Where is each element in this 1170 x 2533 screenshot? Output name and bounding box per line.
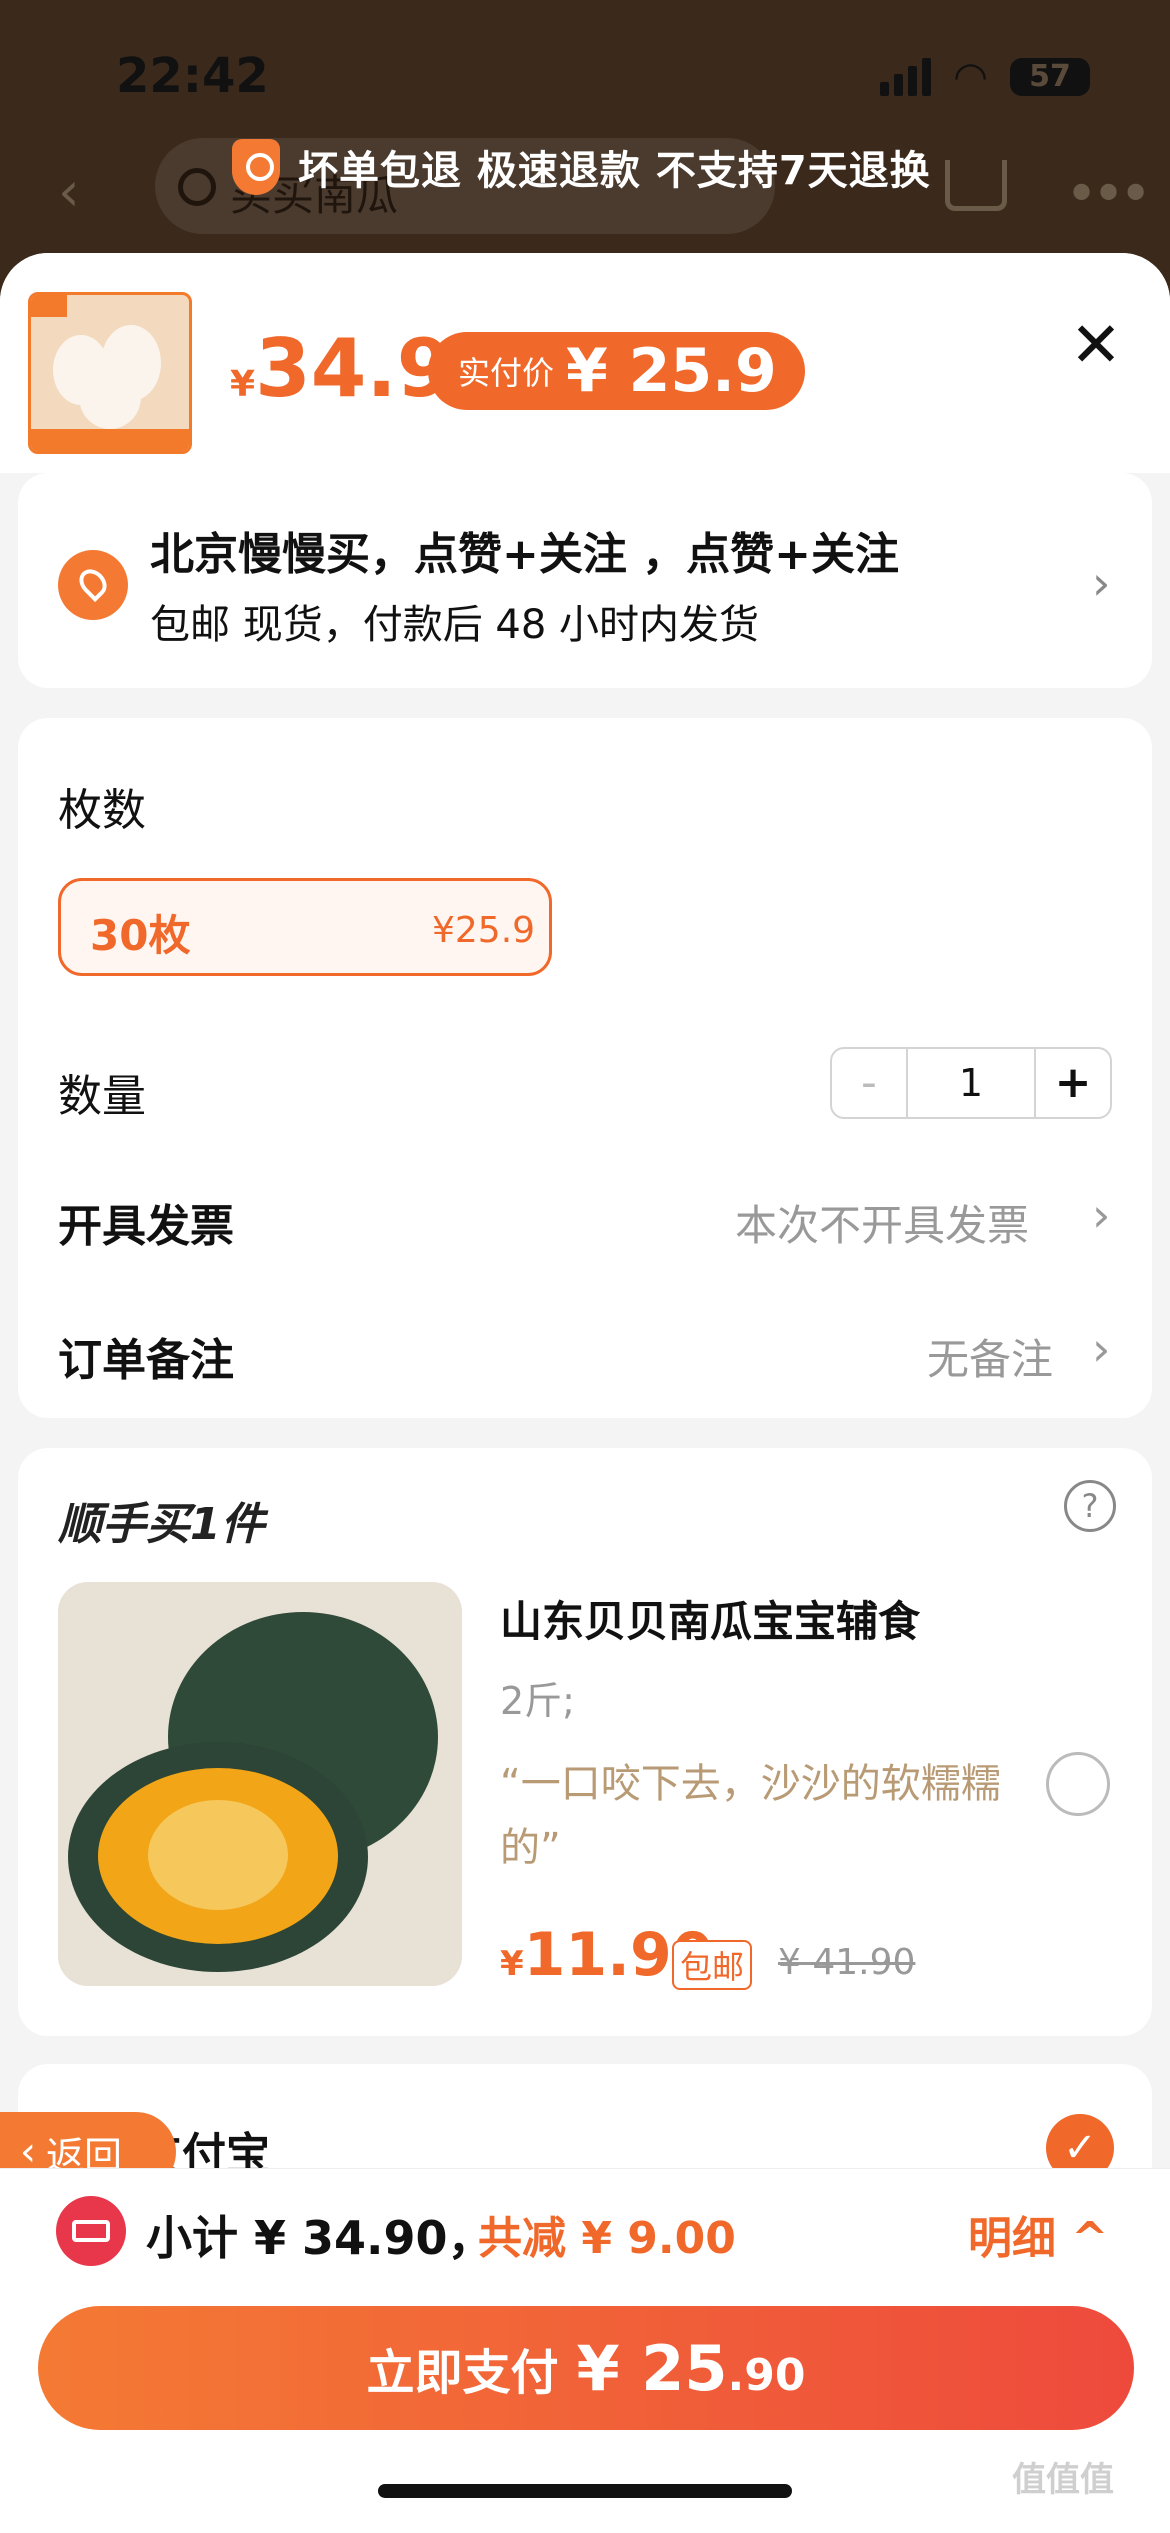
subtotal-text: 小计 ¥ 34.90，: [146, 2211, 494, 2265]
addon-product-name[interactable]: 山东贝贝南瓜宝宝辅食: [500, 1588, 920, 1649]
back-arrow-icon[interactable]: ‹: [58, 160, 80, 223]
free-shipping-badge: 包邮: [672, 1940, 753, 1990]
watermark: 值值值: [1012, 2460, 1114, 2500]
discount-text: 共减 ¥ 9.00: [478, 2213, 736, 2264]
option-chip-name: 30枚: [90, 911, 191, 960]
cart-icon[interactable]: [945, 160, 1007, 211]
search-icon: [178, 168, 216, 206]
addon-product-image[interactable]: [58, 1582, 462, 1986]
detail-toggle[interactable]: 明细 ^: [968, 2202, 1108, 2266]
help-icon[interactable]: ?: [1064, 1480, 1116, 1532]
battery-icon: 57: [1010, 58, 1090, 96]
product-price: ¥34.9: [230, 322, 452, 415]
actual-price-badge: 实付价 ¥ 25.9: [428, 332, 805, 410]
product-thumbnail: [28, 292, 192, 454]
order-note-label: 订单备注: [58, 1335, 234, 1386]
invoice-label: 开具发票: [58, 1201, 234, 1252]
decrement-button[interactable]: -: [832, 1049, 906, 1117]
original-price: ¥ 41.90: [778, 1942, 916, 1983]
quantity-value[interactable]: 1: [906, 1049, 1036, 1117]
status-time: 22:42: [116, 48, 269, 104]
option-chip-price: ¥25.9: [432, 910, 536, 951]
addon-product-quote: “一口咬下去，沙沙的软糯糯的”: [500, 1761, 1001, 1871]
shipping-info: 包邮 现货，付款后 48 小时内发货: [150, 602, 760, 648]
guarantee-banner: 坏单包退 极速退款 不支持7天退换: [232, 138, 931, 196]
banner-text: 坏单包退 极速退款 不支持7天退换: [298, 148, 931, 194]
addon-title: 顺手买1件: [58, 1499, 265, 1550]
currency-symbol: ¥: [500, 1944, 524, 1984]
pay-amount-decimal: .90: [727, 2349, 806, 2401]
close-icon[interactable]: ✕: [1070, 308, 1122, 381]
signal-icon: [880, 58, 932, 96]
coupon-icon: [56, 2196, 126, 2266]
actual-price-value: ¥ 25.9: [566, 336, 777, 406]
chevron-right-icon: ›: [1092, 1322, 1111, 1376]
currency-symbol: ¥: [230, 364, 256, 405]
shield-icon: [232, 139, 280, 195]
increment-button[interactable]: +: [1036, 1049, 1110, 1117]
status-icons: ◠ 57: [880, 54, 1090, 100]
addon-select-radio[interactable]: [1046, 1752, 1110, 1816]
home-indicator: [378, 2484, 792, 2498]
quantity-label: 数量: [58, 1071, 146, 1122]
option-label: 枚数: [58, 785, 146, 836]
quantity-stepper: - 1 +: [830, 1047, 1112, 1119]
location-pin-icon: [58, 550, 128, 620]
more-icon[interactable]: •••: [1065, 162, 1152, 227]
price-value: 34.9: [255, 322, 453, 415]
pay-now-label: 立即支付: [366, 2345, 559, 2401]
pay-amount-main: ¥ 25: [576, 2331, 728, 2405]
addon-product-spec: 2斤;: [500, 1679, 575, 1723]
actual-price-label: 实付价: [458, 354, 555, 392]
pay-now-amount: ¥ 25.90: [577, 2332, 806, 2405]
chevron-right-icon: ›: [1092, 1188, 1111, 1242]
invoice-value[interactable]: 本次不开具发票: [735, 1192, 1029, 1253]
wifi-icon: ◠: [953, 54, 988, 100]
order-note-value[interactable]: 无备注: [927, 1326, 1053, 1387]
address-title: 北京慢慢买，点赞+关注 ，点赞+关注: [150, 529, 900, 580]
pay-now-button[interactable]: 立即支付 ¥ 25.90: [38, 2306, 1134, 2430]
chevron-right-icon: ›: [1092, 556, 1111, 610]
